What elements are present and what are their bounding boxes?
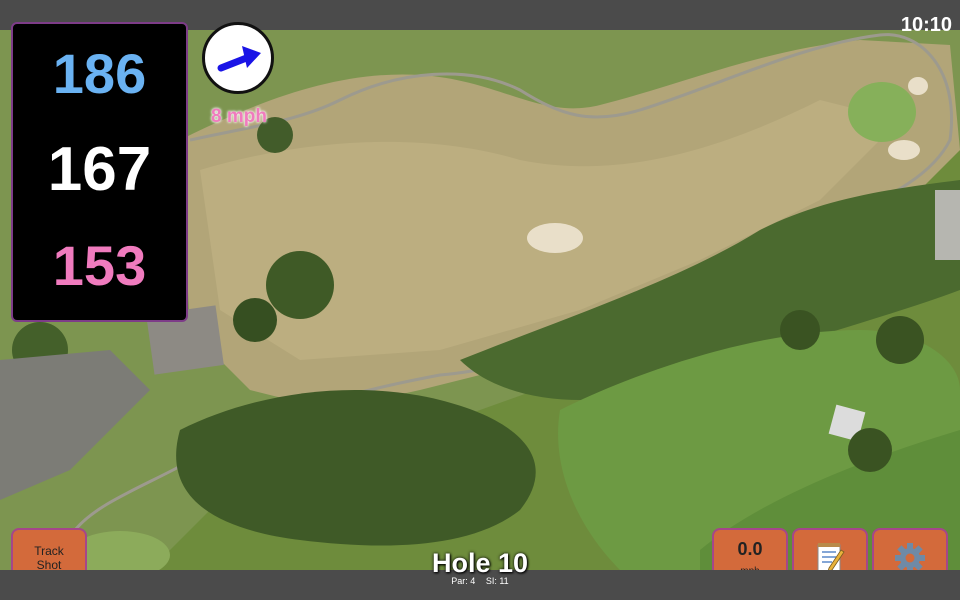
hole-info: Par: 4 SI: 11: [380, 576, 580, 586]
hole-title: Hole 10: [431, 548, 529, 578]
back-distance: 186: [52, 42, 147, 105]
hole-par: Par: 4: [451, 576, 476, 586]
wind-arrow-icon: [217, 46, 261, 72]
hole-stroke-index: SI: 11: [485, 576, 509, 586]
front-distance: 153: [52, 234, 147, 297]
middle-distance: 167: [47, 135, 152, 204]
distance-panel: 186 167 153: [11, 22, 188, 322]
wind-indicator: [202, 22, 274, 94]
speed-value: 0.0: [737, 539, 763, 559]
track-shot-label: Track Shot: [34, 544, 64, 572]
wind-speed: 8 mph: [211, 106, 267, 127]
clock: 10:10: [900, 14, 952, 36]
